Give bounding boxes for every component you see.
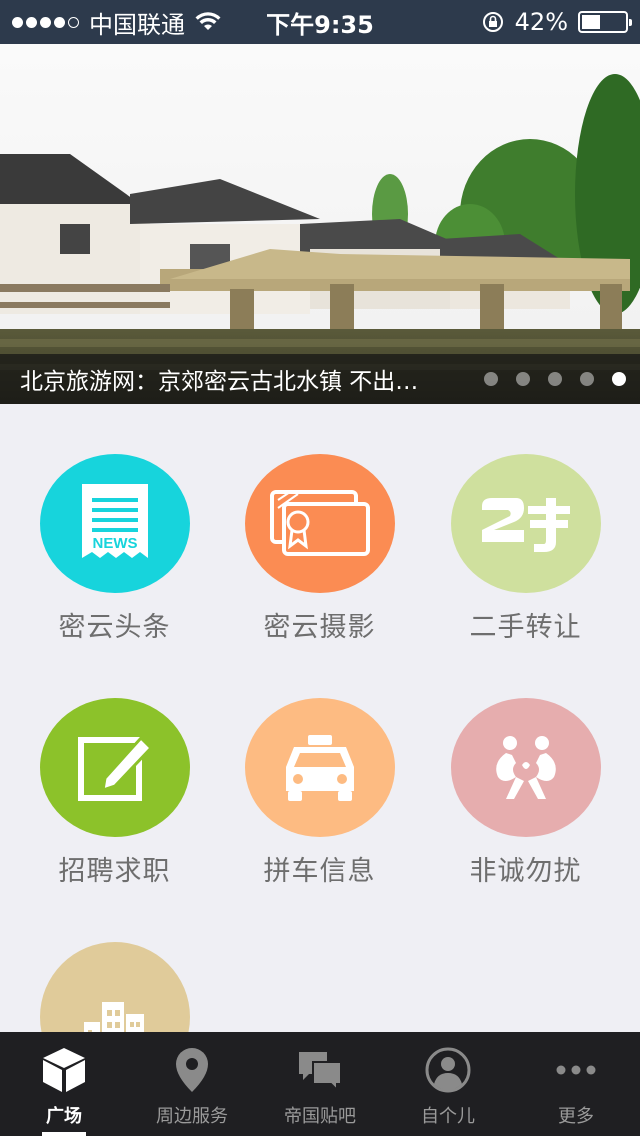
tile-icon-circle	[450, 454, 601, 593]
tile-miyun-headlines[interactable]: NEWS 密云头条	[12, 404, 217, 644]
tile-icon-circle	[39, 698, 190, 837]
service-grid: NEWS 密云头条 密云摄影 二手转让 招聘求职 拼车信息 非诚勿扰	[0, 404, 640, 1032]
tab-label: 自个儿	[421, 1106, 475, 1127]
tab-profile[interactable]: 自个儿	[384, 1032, 512, 1136]
tile-miyun-photography[interactable]: 密云摄影	[217, 404, 422, 644]
cube-icon	[43, 1048, 85, 1092]
tab-label: 周边服务	[156, 1106, 228, 1127]
tile-label: 非诚勿扰	[469, 856, 582, 887]
buildings-icon	[83, 1002, 144, 1032]
pagination-dot[interactable]	[484, 372, 498, 386]
tile-label: 密云摄影	[263, 612, 376, 643]
certificate-icon	[269, 489, 370, 556]
tile-secondhand[interactable]: 二手转让	[423, 404, 628, 644]
signal-strength-icon	[12, 16, 79, 28]
tile-icon-circle	[244, 698, 395, 837]
pagination-dot[interactable]	[580, 372, 594, 386]
location-pin-icon	[176, 1048, 208, 1092]
pagination-dot[interactable]	[612, 372, 626, 386]
status-bar: 中国联通 下午9:35 42%	[0, 0, 640, 44]
tile-label: 拼车信息	[263, 856, 376, 887]
tile-real-estate[interactable]	[12, 892, 217, 1032]
couple-icon	[495, 735, 556, 799]
secondhand-icon	[481, 497, 570, 552]
edit-icon	[77, 735, 153, 801]
tile-icon-circle	[39, 942, 190, 1032]
news-icon: NEWS	[81, 483, 148, 558]
pagination-dot[interactable]	[548, 372, 562, 386]
banner-image	[0, 44, 640, 404]
user-avatar-icon	[425, 1047, 471, 1093]
rotation-lock-icon	[482, 12, 503, 32]
tab-label: 广场	[46, 1106, 82, 1127]
tab-forum[interactable]: 帝国贴吧	[256, 1032, 384, 1136]
tile-label: 密云头条	[58, 612, 171, 643]
tile-label: 二手转让	[469, 612, 582, 643]
tile-icon-circle	[244, 454, 395, 593]
tile-icon-circle: NEWS	[39, 454, 190, 593]
carrier-name: 中国联通	[89, 10, 185, 39]
banner-carousel[interactable]: 北京旅游网：京郊密云古北水镇 不出…	[0, 44, 640, 404]
tile-carpool[interactable]: 拼车信息	[217, 648, 422, 888]
battery-percentage: 42%	[514, 8, 568, 36]
tile-recruitment[interactable]: 招聘求职	[12, 648, 217, 888]
tab-nearby-services[interactable]: 周边服务	[128, 1032, 256, 1136]
chat-bubbles-icon	[299, 1052, 342, 1093]
wifi-icon	[195, 12, 221, 30]
pagination-dot[interactable]	[516, 372, 530, 386]
tile-icon-circle	[450, 698, 601, 837]
tab-plaza[interactable]: 广场	[0, 1032, 128, 1136]
tab-bar: 广场 周边服务 帝国贴吧 自个儿 更多	[0, 1032, 640, 1136]
tile-dating[interactable]: 非诚勿扰	[423, 648, 628, 888]
tab-label: 更多	[558, 1106, 594, 1127]
svg-text:NEWS: NEWS	[92, 535, 137, 552]
carousel-pagination[interactable]	[484, 372, 626, 386]
banner-caption-bar: 北京旅游网：京郊密云古北水镇 不出…	[0, 354, 640, 404]
tile-label: 招聘求职	[58, 856, 171, 887]
tab-more[interactable]: 更多	[512, 1032, 640, 1136]
more-dots-icon	[556, 1065, 596, 1075]
battery-icon	[578, 11, 632, 33]
tab-label: 帝国贴吧	[284, 1106, 356, 1127]
banner-caption[interactable]: 北京旅游网：京郊密云古北水镇 不出…	[20, 362, 418, 396]
taxi-icon	[285, 734, 354, 801]
